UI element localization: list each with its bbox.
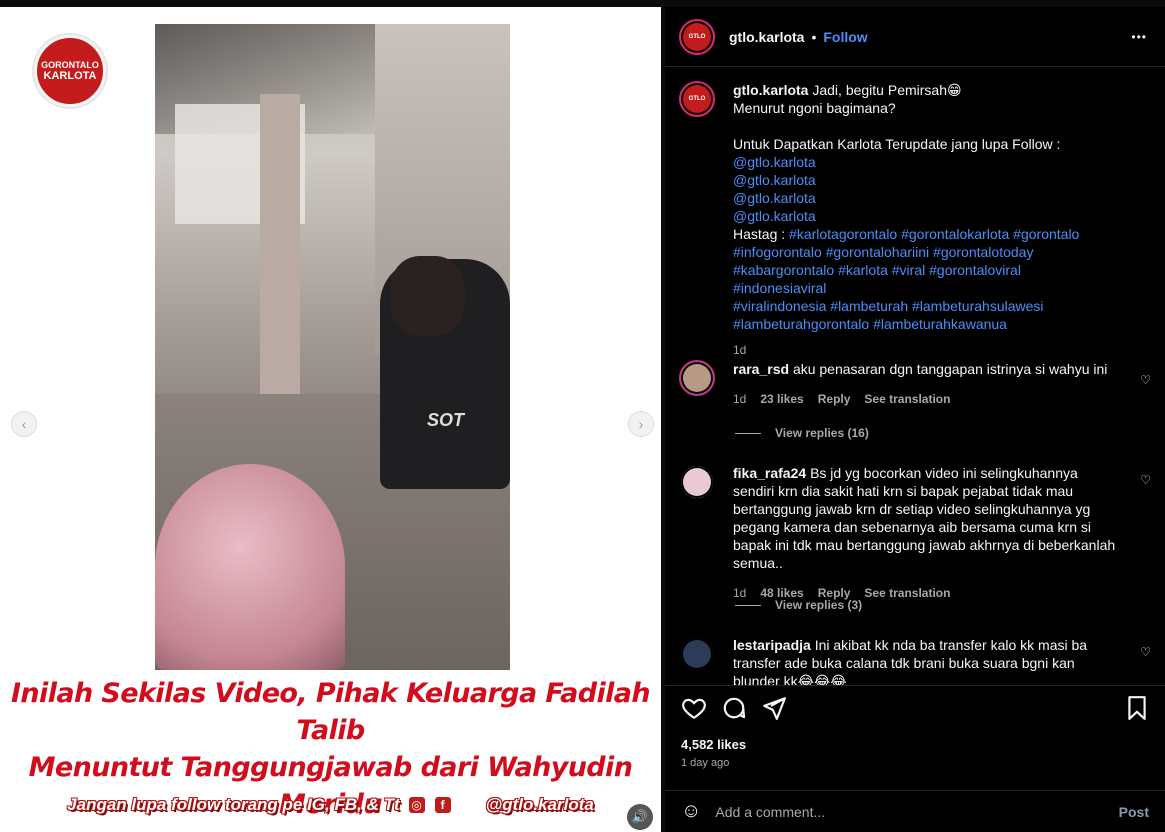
caption-avatar[interactable]: GTLO bbox=[679, 81, 715, 117]
head-shape bbox=[390, 256, 465, 336]
caption-line-2: Menurut ngoni bagimana? bbox=[733, 100, 896, 116]
comment-item: fika_rafa24 Bs jd yg bocorkan video ini … bbox=[679, 464, 1118, 602]
caption-hashtags[interactable]: #viralindonesia #lambeturah #lambeturahs… bbox=[733, 298, 1044, 314]
caption-mention[interactable]: @gtlo.karlota bbox=[733, 190, 816, 206]
comment-username[interactable]: rara_rsd bbox=[733, 361, 789, 377]
footer-follow-text: Jangan lupa follow torang pe IG, FB, & T… bbox=[67, 795, 400, 814]
post-sidebar: GTLO gtlo.karlota • Follow ••• GTLO gtlo… bbox=[665, 7, 1165, 832]
video-shirt-logo: SOT bbox=[427, 410, 465, 430]
hashtag-label: Hastag : bbox=[733, 226, 790, 242]
see-translation-button[interactable]: See translation bbox=[864, 584, 950, 602]
comment-time[interactable]: 1d bbox=[733, 390, 746, 408]
comment-text: aku penasaran dgn tanggapan istrinya si … bbox=[792, 361, 1108, 377]
comment-icon[interactable] bbox=[721, 695, 747, 724]
comment-item: rara_rsd aku penasaran dgn tanggapan ist… bbox=[679, 360, 1118, 408]
author-avatar[interactable]: GTLO bbox=[679, 18, 715, 55]
next-slide-button[interactable]: › bbox=[628, 411, 654, 437]
media-footer-banner: Jangan lupa follow torang pe IG, FB, & T… bbox=[0, 795, 661, 815]
footer-handle: @gtlo.karlota bbox=[485, 795, 594, 814]
commenter-avatar[interactable] bbox=[679, 360, 715, 396]
comment-username[interactable]: lestaripadja bbox=[733, 637, 811, 653]
caption-line-4: Untuk Dapatkan Karlota Terupdate jang lu… bbox=[733, 136, 1061, 152]
tiktok-icon: ♪ bbox=[465, 798, 472, 812]
view-replies-button[interactable]: View replies (3) bbox=[735, 598, 862, 612]
follow-button[interactable]: Follow bbox=[823, 29, 867, 45]
commenter-avatar[interactable] bbox=[679, 636, 715, 672]
view-replies-button[interactable]: View replies (16) bbox=[735, 426, 869, 440]
comment-like-icon[interactable]: ♡ bbox=[1140, 373, 1151, 387]
commenter-avatar[interactable] bbox=[679, 464, 715, 500]
caption-hashtags[interactable]: #infogorontalo #gorontalohariini #goront… bbox=[733, 244, 1033, 260]
comment-item: lestaripadja Ini akibat kk nda ba transf… bbox=[679, 636, 1118, 685]
caption-hashtags[interactable]: #lambeturahgorontalo #lambeturahkawanua bbox=[733, 316, 1007, 332]
logo-text-bottom: KARLOTA bbox=[43, 70, 97, 82]
add-comment-bar: ☺ Post bbox=[665, 790, 1165, 832]
bookmark-icon[interactable] bbox=[1125, 695, 1149, 724]
post-caption: GTLO gtlo.karlota Jadi, begitu Pemirsah😁… bbox=[679, 81, 1118, 359]
facebook-icon: f bbox=[433, 796, 452, 814]
comment-username[interactable]: fika_rafa24 bbox=[733, 465, 806, 481]
caption-hashtags[interactable]: #kabargorontalo #karlota #viral #goronta… bbox=[733, 262, 1021, 296]
comments-list[interactable]: GTLO gtlo.karlota Jadi, begitu Pemirsah😁… bbox=[665, 68, 1165, 685]
replies-divider bbox=[735, 432, 761, 434]
caption-meta: 1d bbox=[733, 341, 1118, 359]
caption-mention[interactable]: @gtlo.karlota bbox=[733, 172, 816, 188]
view-replies-label: View replies (3) bbox=[775, 598, 863, 612]
likes-count[interactable]: 4,582 likes bbox=[681, 737, 746, 752]
reply-button[interactable]: Reply bbox=[818, 390, 851, 408]
author-username[interactable]: gtlo.karlota bbox=[729, 29, 804, 45]
post-media[interactable]: SOT GORONTALO KARLOTA ‹ › Inilah Sekilas… bbox=[0, 7, 661, 832]
post-header: GTLO gtlo.karlota • Follow ••• bbox=[665, 7, 1165, 67]
chevron-left-icon: ‹ bbox=[21, 416, 27, 432]
caption-mention[interactable]: @gtlo.karlota bbox=[733, 154, 816, 170]
see-translation-button[interactable]: See translation bbox=[864, 390, 950, 408]
caption-text: gtlo.karlota Jadi, begitu Pemirsah😁 Menu… bbox=[733, 81, 1118, 359]
heart-icon[interactable] bbox=[681, 695, 707, 724]
helmet-shape bbox=[155, 464, 345, 670]
caption-time: 1d bbox=[733, 343, 747, 357]
comment-input[interactable] bbox=[715, 803, 1119, 820]
comment-meta: 1d 23 likes Reply See translation bbox=[733, 390, 1118, 408]
emoji-icon[interactable]: ☺ bbox=[681, 800, 701, 823]
replies-divider bbox=[735, 604, 761, 606]
caption-hashtags[interactable]: #karlotagorontalo #gorontalokarlota #gor… bbox=[789, 226, 1079, 242]
comment-body: rara_rsd aku penasaran dgn tanggapan ist… bbox=[733, 360, 1118, 408]
header-separator: • bbox=[811, 28, 817, 45]
comment-like-icon[interactable]: ♡ bbox=[1140, 473, 1151, 487]
mute-toggle-button[interactable]: 🔊 bbox=[627, 804, 653, 830]
brand-logo: GORONTALO KARLOTA bbox=[34, 35, 106, 107]
comment-like-icon[interactable]: ♡ bbox=[1140, 645, 1151, 659]
chevron-right-icon: › bbox=[638, 416, 644, 432]
action-bar bbox=[665, 685, 1165, 730]
comment-likes[interactable]: 23 likes bbox=[760, 390, 803, 408]
caption-mention[interactable]: @gtlo.karlota bbox=[733, 208, 816, 224]
post-timestamp[interactable]: 1 day ago bbox=[681, 757, 729, 769]
video-frame[interactable]: SOT bbox=[155, 24, 510, 670]
speaker-icon: 🔊 bbox=[631, 809, 649, 824]
instagram-post-view: SOT GORONTALO KARLOTA ‹ › Inilah Sekilas… bbox=[0, 0, 1165, 832]
post-comment-button[interactable]: Post bbox=[1119, 804, 1149, 820]
headline-line-1: Inilah Sekilas Video, Pihak Keluarga Fad… bbox=[10, 678, 651, 746]
pillar-shape bbox=[260, 94, 300, 404]
view-replies-label: View replies (16) bbox=[775, 426, 869, 440]
comment-body: fika_rafa24 Bs jd yg bocorkan video ini … bbox=[733, 464, 1118, 602]
caption-username[interactable]: gtlo.karlota bbox=[733, 82, 808, 98]
comment-body: lestaripadja Ini akibat kk nda ba transf… bbox=[733, 636, 1118, 685]
share-icon[interactable] bbox=[761, 695, 787, 724]
caption-line-1: Jadi, begitu Pemirsah😁 bbox=[812, 82, 962, 98]
instagram-icon: ◎ bbox=[407, 796, 426, 814]
previous-slide-button[interactable]: ‹ bbox=[11, 411, 37, 437]
more-options-icon[interactable]: ••• bbox=[1131, 30, 1147, 44]
